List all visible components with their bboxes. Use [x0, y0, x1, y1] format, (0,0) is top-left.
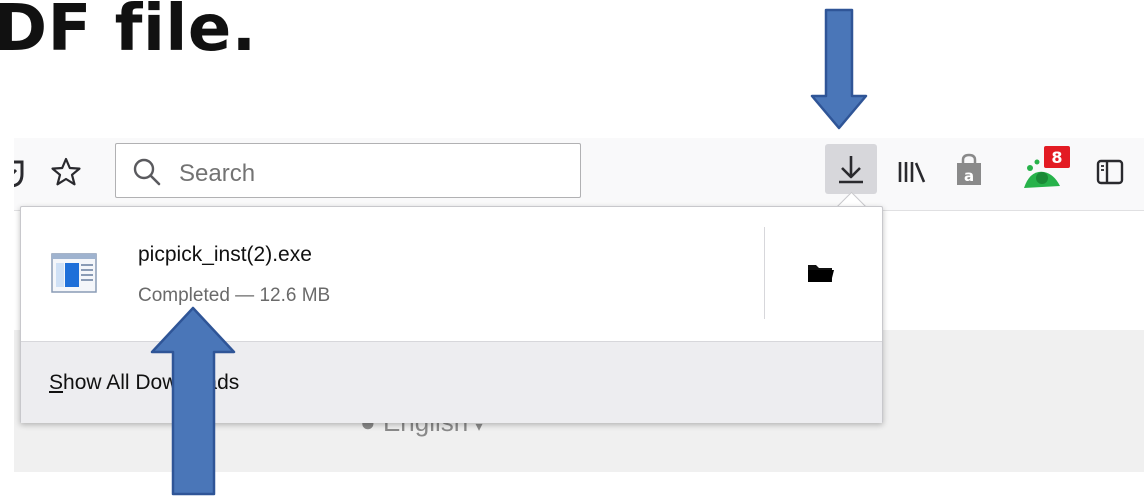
download-status: Completed — 12.6 MB	[138, 285, 331, 306]
bookmark-star-icon[interactable]	[48, 154, 84, 190]
annotation-arrow-down	[810, 8, 868, 130]
notification-badge: 8	[1044, 146, 1070, 168]
divider	[764, 227, 765, 319]
library-icon[interactable]	[892, 154, 932, 190]
executable-file-icon	[51, 253, 97, 293]
search-placeholder: Search	[179, 160, 256, 187]
show-all-downloads-text: how All Downloads	[63, 371, 240, 394]
search-input[interactable]: Search	[115, 143, 581, 198]
show-all-downloads-button[interactable]: Show All Downloads	[21, 341, 882, 423]
download-filename: picpick_inst(2).exe	[138, 243, 312, 266]
slide-title: DF file.	[0, 0, 257, 66]
downloads-button[interactable]	[825, 144, 877, 194]
svg-text:a: a	[964, 167, 974, 185]
browser-screenshot: Search a 8 ● English ▾	[14, 138, 1144, 472]
browser-toolbar: Search a 8	[14, 138, 1144, 211]
accesskey-letter: S	[49, 371, 64, 394]
folder-icon	[808, 265, 834, 282]
download-item[interactable]: picpick_inst(2).exe Completed — 12.6 MB	[21, 207, 882, 341]
downloads-panel: picpick_inst(2).exe Completed — 12.6 MB …	[20, 206, 883, 423]
shopping-bag-extension-icon[interactable]: a	[951, 152, 987, 190]
open-folder-button[interactable]	[801, 255, 841, 291]
pocket-icon[interactable]	[14, 158, 32, 192]
download-arrow-icon	[839, 156, 863, 184]
show-all-downloads-label: Show All Downloads	[49, 371, 239, 395]
sidebar-toggle-icon[interactable]	[1092, 154, 1128, 190]
search-icon	[132, 157, 162, 187]
